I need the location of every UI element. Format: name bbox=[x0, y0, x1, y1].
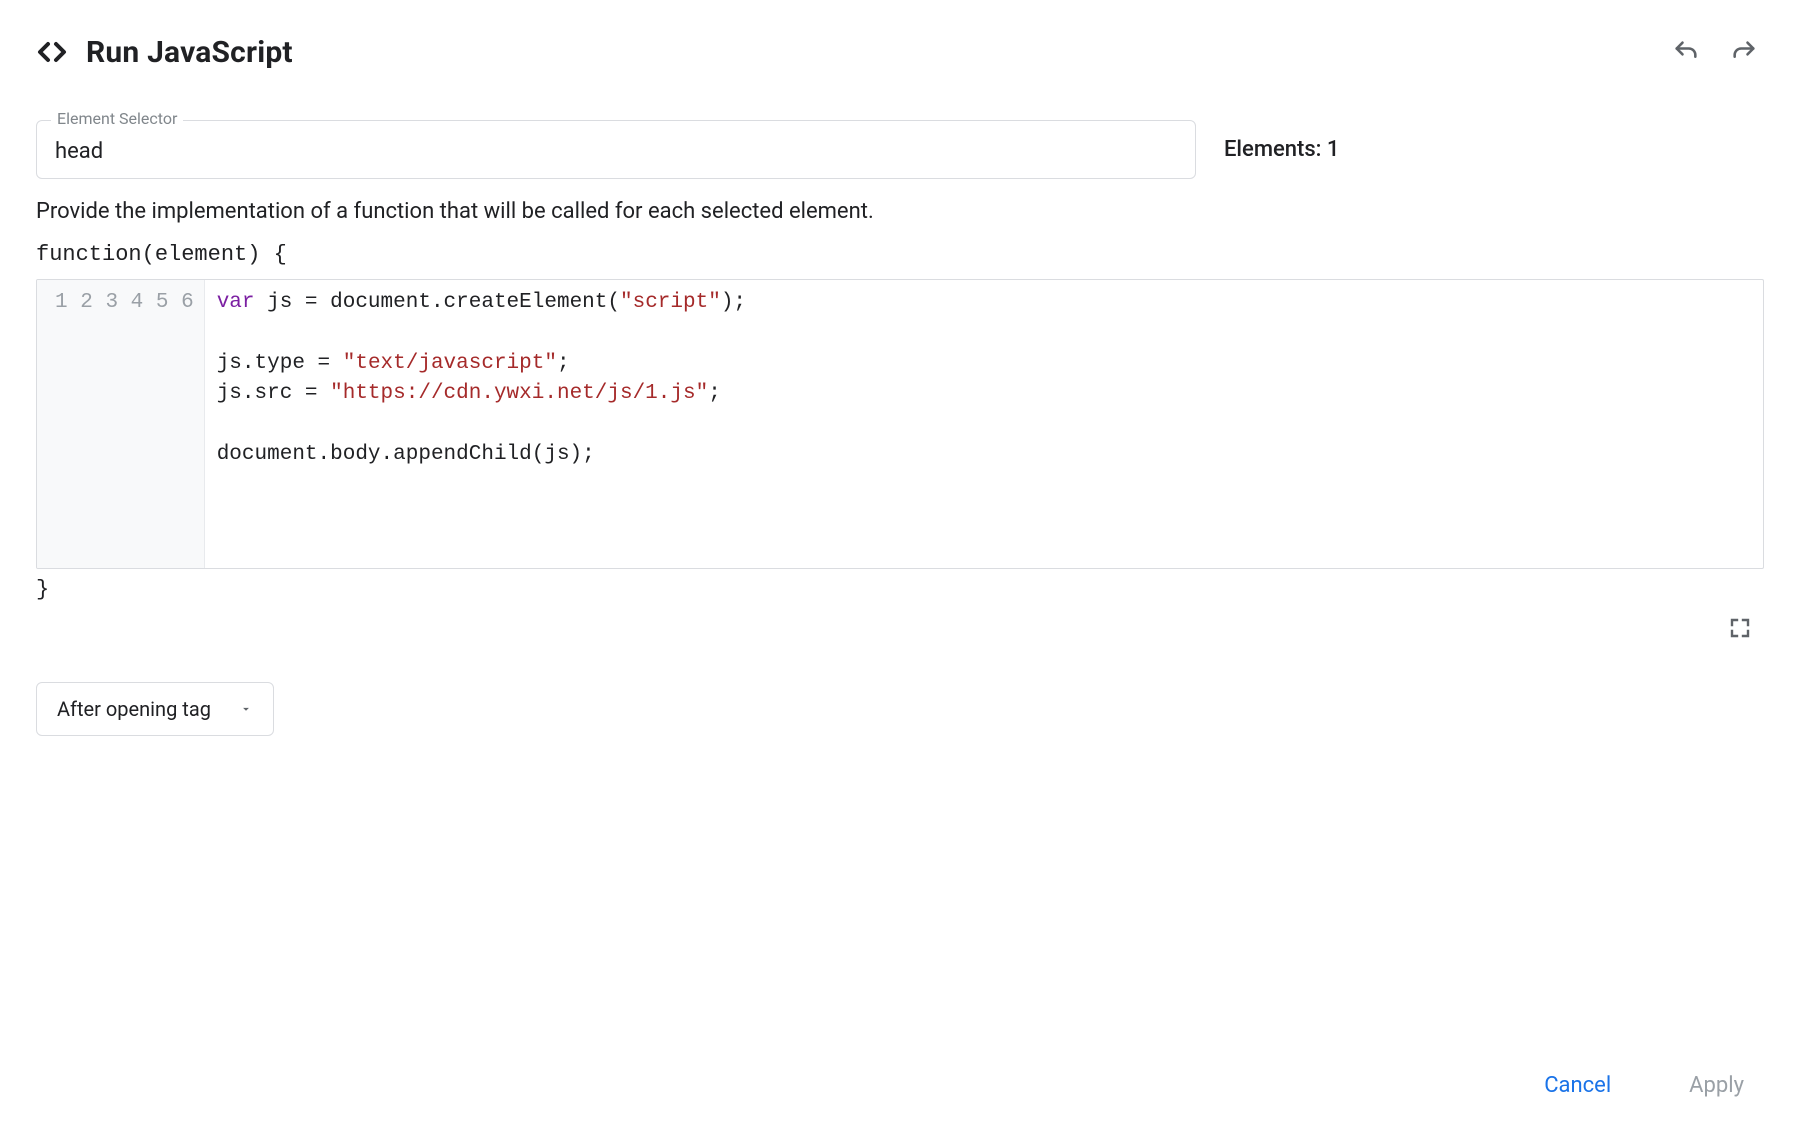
undo-icon bbox=[1672, 38, 1700, 66]
title-group: Run JavaScript bbox=[36, 35, 293, 70]
chevron-down-icon bbox=[239, 697, 253, 721]
history-buttons bbox=[1666, 32, 1764, 72]
elements-count: Elements: 1 bbox=[1224, 137, 1339, 162]
fullscreen-icon bbox=[1728, 616, 1752, 640]
page-title: Run JavaScript bbox=[86, 35, 293, 70]
closing-brace: } bbox=[36, 577, 1764, 602]
element-selector-input[interactable] bbox=[55, 139, 1177, 164]
element-selector-label: Element Selector bbox=[51, 109, 183, 128]
selector-row: Element Selector Elements: 1 bbox=[36, 120, 1764, 179]
dialog-header: Run JavaScript bbox=[36, 32, 1764, 72]
cancel-button[interactable]: Cancel bbox=[1532, 1065, 1623, 1106]
position-select[interactable]: After opening tag bbox=[36, 682, 274, 736]
element-selector-field[interactable]: Element Selector bbox=[36, 120, 1196, 179]
code-icon bbox=[36, 36, 68, 68]
function-signature: function(element) { bbox=[36, 242, 1764, 267]
code-editor[interactable]: 1 2 3 4 5 6 var js = document.createElem… bbox=[36, 279, 1764, 569]
code-content[interactable]: var js = document.createElement("script"… bbox=[205, 280, 1763, 568]
apply-button[interactable]: Apply bbox=[1677, 1065, 1756, 1106]
undo-button[interactable] bbox=[1666, 32, 1706, 72]
dialog-footer: Cancel Apply bbox=[1532, 1065, 1756, 1106]
position-select-value: After opening tag bbox=[57, 697, 211, 721]
redo-icon bbox=[1730, 38, 1758, 66]
redo-button[interactable] bbox=[1724, 32, 1764, 72]
line-gutter: 1 2 3 4 5 6 bbox=[37, 280, 205, 568]
description-text: Provide the implementation of a function… bbox=[36, 199, 1764, 224]
fullscreen-button[interactable] bbox=[1722, 610, 1758, 646]
